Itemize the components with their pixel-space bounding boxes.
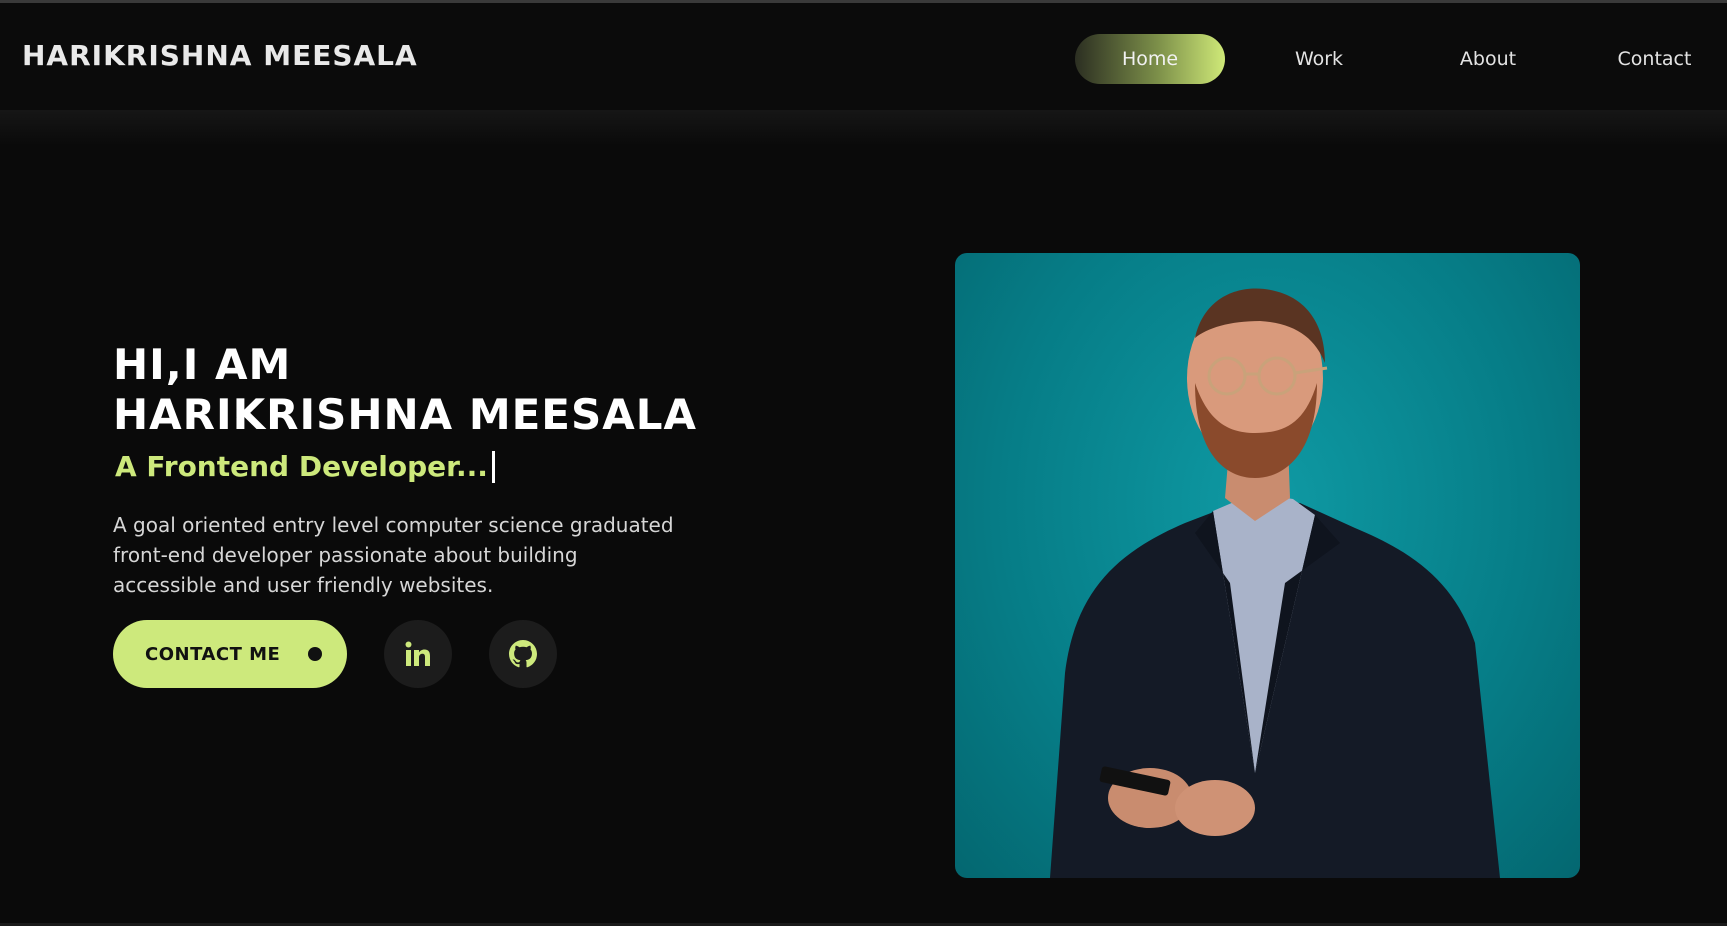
hero-heading: HI,I AM HARIKRISHNA MEESALA bbox=[113, 340, 697, 440]
contact-me-button[interactable]: CONTACT ME bbox=[113, 620, 347, 688]
hero-greeting-line: HI,I AM bbox=[113, 340, 292, 389]
hero-description-line: accessible and user friendly websites. bbox=[113, 573, 494, 597]
hero-role: A Frontend Developer... bbox=[115, 450, 495, 483]
hero-description-line: front-end developer passionate about bui… bbox=[113, 543, 578, 567]
linkedin-icon bbox=[405, 641, 430, 666]
dot-icon bbox=[308, 647, 322, 661]
typing-cursor bbox=[491, 450, 495, 483]
nav-contact[interactable]: Contact bbox=[1582, 34, 1727, 84]
hero-description-line: A goal oriented entry level computer sci… bbox=[113, 513, 674, 537]
person-illustration bbox=[1050, 288, 1500, 878]
brand-logo[interactable]: HARIKRISHNA MEESALA bbox=[22, 39, 418, 72]
profile-photo bbox=[955, 253, 1580, 878]
nav-work[interactable]: Work bbox=[1244, 34, 1394, 84]
hero-role-text: A Frontend Developer... bbox=[115, 450, 488, 483]
navbar: HARIKRISHNA MEESALA Home Work About Cont… bbox=[0, 3, 1727, 110]
navbar-shadow bbox=[0, 110, 1727, 146]
linkedin-button[interactable] bbox=[384, 620, 452, 688]
hero-description: A goal oriented entry level computer sci… bbox=[113, 510, 753, 600]
nav-about[interactable]: About bbox=[1413, 34, 1563, 84]
hero-name: HARIKRISHNA MEESALA bbox=[113, 390, 698, 439]
github-icon bbox=[509, 640, 537, 668]
contact-me-label: CONTACT ME bbox=[145, 643, 281, 665]
github-button[interactable] bbox=[489, 620, 557, 688]
nav-home[interactable]: Home bbox=[1075, 34, 1225, 84]
